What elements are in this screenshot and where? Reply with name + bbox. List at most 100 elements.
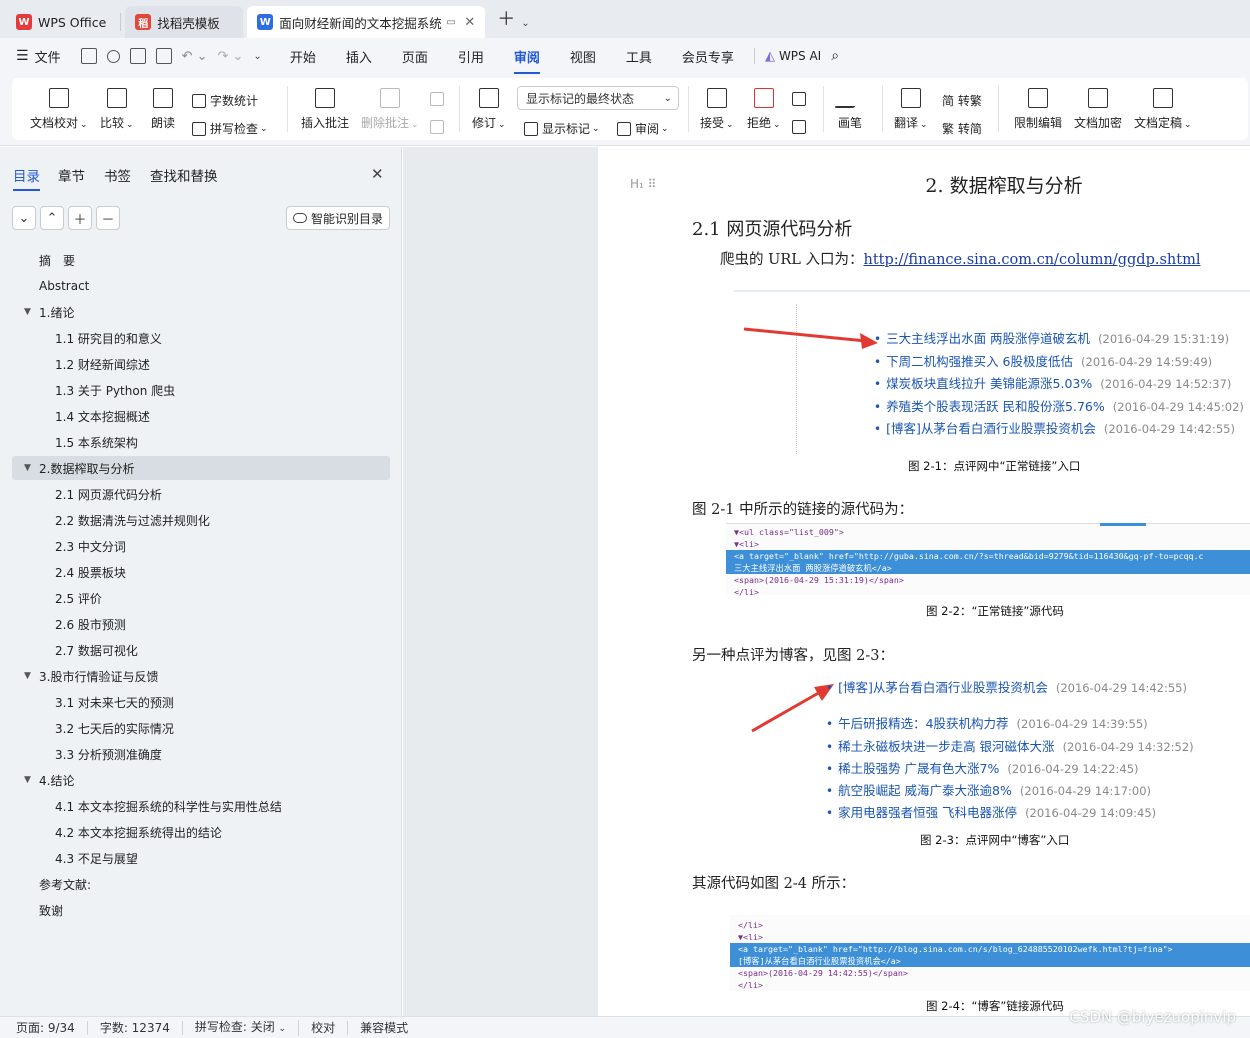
toc-item[interactable]: 摘 要 — [12, 248, 390, 272]
restrict-edit-button[interactable]: 限制编辑 — [1014, 88, 1062, 131]
news-title-link[interactable]: 家用电器强者恒强 飞科电器涨停 — [838, 805, 1017, 820]
toc-item[interactable]: Abstract — [12, 274, 390, 298]
expand-down-button[interactable]: ⌄ — [12, 206, 36, 230]
file-menu[interactable]: 文件 — [35, 47, 61, 66]
tab-toc[interactable]: 目录 — [13, 165, 40, 191]
news-item[interactable]: • 三大主线浮出水面 两股涨停道破玄机 (2016-04-29 15:31:19) — [874, 328, 1244, 351]
toc-item[interactable]: 1.2 财经新闻综述 — [12, 352, 390, 376]
news-item[interactable]: • 稀土永磁板块进一步走高 银河磁体大涨 (2016-04-29 14:32:52) — [826, 736, 1194, 758]
toc-item[interactable]: 1.1 研究目的和意义 — [12, 326, 390, 350]
news-title-link[interactable]: 午后研报精选：4股获机构力荐 — [838, 716, 1008, 731]
tab-bookmarks[interactable]: 书签 — [104, 165, 131, 185]
toc-item[interactable]: 3.1 对未来七天的预测 — [12, 690, 390, 714]
markup-state-select[interactable]: 显示标记的最终状态 ⌄ — [517, 86, 679, 110]
news-item[interactable]: • 家用电器强者恒强 飞科电器涨停 (2016-04-29 14:09:45) — [826, 802, 1194, 824]
insert-comment-button[interactable]: 插入批注 — [301, 88, 349, 131]
news-item[interactable]: • 稀土股强势 广晟有色大涨7% (2016-04-29 14:22:45) — [826, 758, 1194, 780]
close-icon[interactable]: ✕ — [464, 15, 475, 30]
next-comment-button[interactable] — [430, 120, 448, 134]
toc-item[interactable]: 2.4 股票板块 — [12, 560, 390, 584]
compare-button[interactable]: 比较 ⌄ — [100, 88, 134, 131]
toc-item[interactable]: 1.5 本系统架构 — [12, 430, 390, 454]
expand-triangle-icon[interactable]: ▼ — [24, 307, 31, 317]
delete-comment-button[interactable]: 删除批注 ⌄ — [361, 88, 419, 131]
wps-ai-menu[interactable]: WPS AI — [779, 49, 821, 63]
tab-template[interactable]: 稻 找稻壳模板 — [125, 6, 244, 38]
expand-triangle-icon[interactable]: ▼ — [24, 463, 31, 473]
toc-item[interactable]: 参考文献: — [12, 872, 390, 896]
close-pane-icon[interactable]: ✕ — [371, 165, 384, 183]
print-icon[interactable] — [129, 48, 146, 64]
news-title-link[interactable]: [博客]从茅台看白酒行业股票投资机会 — [838, 680, 1048, 695]
toc-item[interactable]: 2.5 评价 — [12, 586, 390, 610]
menu-item-7[interactable]: 会员专享 — [682, 47, 734, 66]
tab-chapters[interactable]: 章节 — [58, 165, 85, 185]
toc-item[interactable]: 4.1 本文本挖掘系统的科学性与实用性总结 — [12, 794, 390, 818]
read-aloud-button[interactable]: 朗读 — [151, 88, 175, 131]
news-item[interactable]: • [博客]从茅台看白酒行业股票投资机会 (2016-04-29 14:42:55) — [874, 418, 1244, 441]
menu-item-1[interactable]: 插入 — [346, 47, 372, 66]
print-preview-icon[interactable] — [155, 48, 172, 64]
toc-item[interactable]: ▼ 4.结论 — [12, 768, 390, 792]
pen-button[interactable]: 画笔 — [834, 88, 866, 131]
show-markup-button[interactable]: 显示标记 ⌄ — [524, 120, 600, 137]
toc-item[interactable]: 1.4 文本挖掘概述 — [12, 404, 390, 428]
menu-item-0[interactable]: 开始 — [290, 47, 316, 66]
word-count-indicator[interactable]: 字数: 12374 — [88, 1020, 183, 1035]
to-traditional-button[interactable]: 简 转繁 — [942, 92, 982, 109]
toc-item[interactable]: 3.3 分析预测准确度 — [12, 742, 390, 766]
toc-item[interactable]: 2.7 数据可视化 — [12, 638, 390, 662]
tab-wps-office[interactable]: W WPS Office — [6, 6, 116, 38]
toc-item[interactable]: ▼ 1.绪论 — [12, 300, 390, 324]
save-icon[interactable] — [80, 48, 97, 64]
toc-item[interactable]: 致谢 — [12, 898, 390, 922]
news-title-link[interactable]: 养殖类个股表现活跃 民和股份涨5.76% — [886, 399, 1105, 414]
news-title-link[interactable]: [博客]从茅台看白酒行业股票投资机会 — [886, 421, 1096, 436]
translate-button[interactable]: 翻译 ⌄ — [894, 88, 928, 131]
news-item[interactable]: • 下周二机构强推买入 6股极度低估 (2016-04-29 14:59:49) — [874, 351, 1244, 374]
news-title-link[interactable]: 三大主线浮出水面 两股涨停道破玄机 — [886, 331, 1090, 346]
menu-item-3[interactable]: 引用 — [458, 47, 484, 66]
toc-item[interactable]: 4.2 本文本挖掘系统得出的结论 — [12, 820, 390, 844]
hamburger-icon[interactable]: ☰ — [16, 48, 29, 64]
news-title-link[interactable]: 航空股崛起 威海广泰大涨逾8% — [838, 783, 1012, 798]
page-indicator[interactable]: 页面: 9/34 — [0, 1020, 88, 1035]
doc-check-button[interactable]: 文档校对 ⌄ — [30, 88, 88, 131]
smart-toc-button[interactable]: 智能识别目录 — [286, 206, 390, 230]
news-title-link[interactable]: 稀土永磁板块进一步走高 银河磁体大涨 — [838, 739, 1054, 754]
toc-item[interactable]: 2.6 股市预测 — [12, 612, 390, 636]
next-change-button[interactable] — [792, 120, 810, 134]
tab-document[interactable]: W 面向财经新闻的文本挖掘系统 ▭ ✕ — [247, 6, 486, 38]
news-item[interactable]: • 午后研报精选：4股获机构力荐 (2016-04-29 14:39:55) — [826, 713, 1194, 735]
new-tab-plus-icon[interactable]: ＋ — [497, 5, 515, 31]
accept-button[interactable]: 接受 ⌄ — [700, 88, 734, 131]
news-item[interactable]: • 养殖类个股表现活跃 民和股份涨5.76% (2016-04-29 14:45:0… — [874, 396, 1244, 419]
toc-item[interactable]: ▼ 3.股市行情验证与反馈 — [12, 664, 390, 688]
toc-item[interactable]: 4.3 不足与展望 — [12, 846, 390, 870]
share-icon[interactable] — [106, 49, 120, 63]
quick-access-more-icon[interactable]: ⌄ — [253, 51, 261, 62]
finalize-button[interactable]: 文档定稿 ⌄ — [1134, 88, 1192, 131]
encrypt-button[interactable]: 文档加密 — [1074, 88, 1122, 131]
news-item[interactable]: • [博客]从茅台看白酒行业股票投资机会 (2016-04-29 14:42:55) — [826, 677, 1194, 699]
toc-item[interactable]: 2.1 网页源代码分析 — [12, 482, 390, 506]
tab-find-replace[interactable]: 查找和替换 — [150, 165, 218, 185]
prev-comment-button[interactable] — [430, 92, 448, 106]
search-icon[interactable]: ⌕ — [831, 48, 839, 64]
expand-triangle-icon[interactable]: ▼ — [24, 671, 31, 681]
toc-item[interactable]: 2.3 中文分词 — [12, 534, 390, 558]
remove-heading-button[interactable]: － — [96, 206, 120, 230]
expand-triangle-icon[interactable]: ▼ — [24, 775, 31, 785]
toc-item[interactable]: 2.2 数据清洗与过滤并规则化 — [12, 508, 390, 532]
news-item[interactable]: • 航空股崛起 威海广泰大涨逾8% (2016-04-29 14:17:00) — [826, 780, 1194, 802]
collapse-up-button[interactable]: ⌃ — [40, 206, 64, 230]
entry-url-link[interactable]: http://finance.sina.com.cn/column/ggdp.s… — [863, 252, 1200, 268]
word-count-button[interactable]: 字数统计 — [192, 92, 258, 109]
news-title-link[interactable]: 煤炭板块直线拉升 美锦能源涨5.03% — [886, 376, 1092, 391]
toc-item[interactable]: ▼ 2.数据榨取与分析 — [12, 456, 390, 480]
toc-item[interactable]: 3.2 七天后的实际情况 — [12, 716, 390, 740]
prev-change-button[interactable] — [792, 92, 810, 106]
toc-item[interactable]: 1.3 关于 Python 爬虫 — [12, 378, 390, 402]
add-heading-button[interactable]: ＋ — [68, 206, 92, 230]
menu-item-5[interactable]: 视图 — [570, 47, 596, 66]
